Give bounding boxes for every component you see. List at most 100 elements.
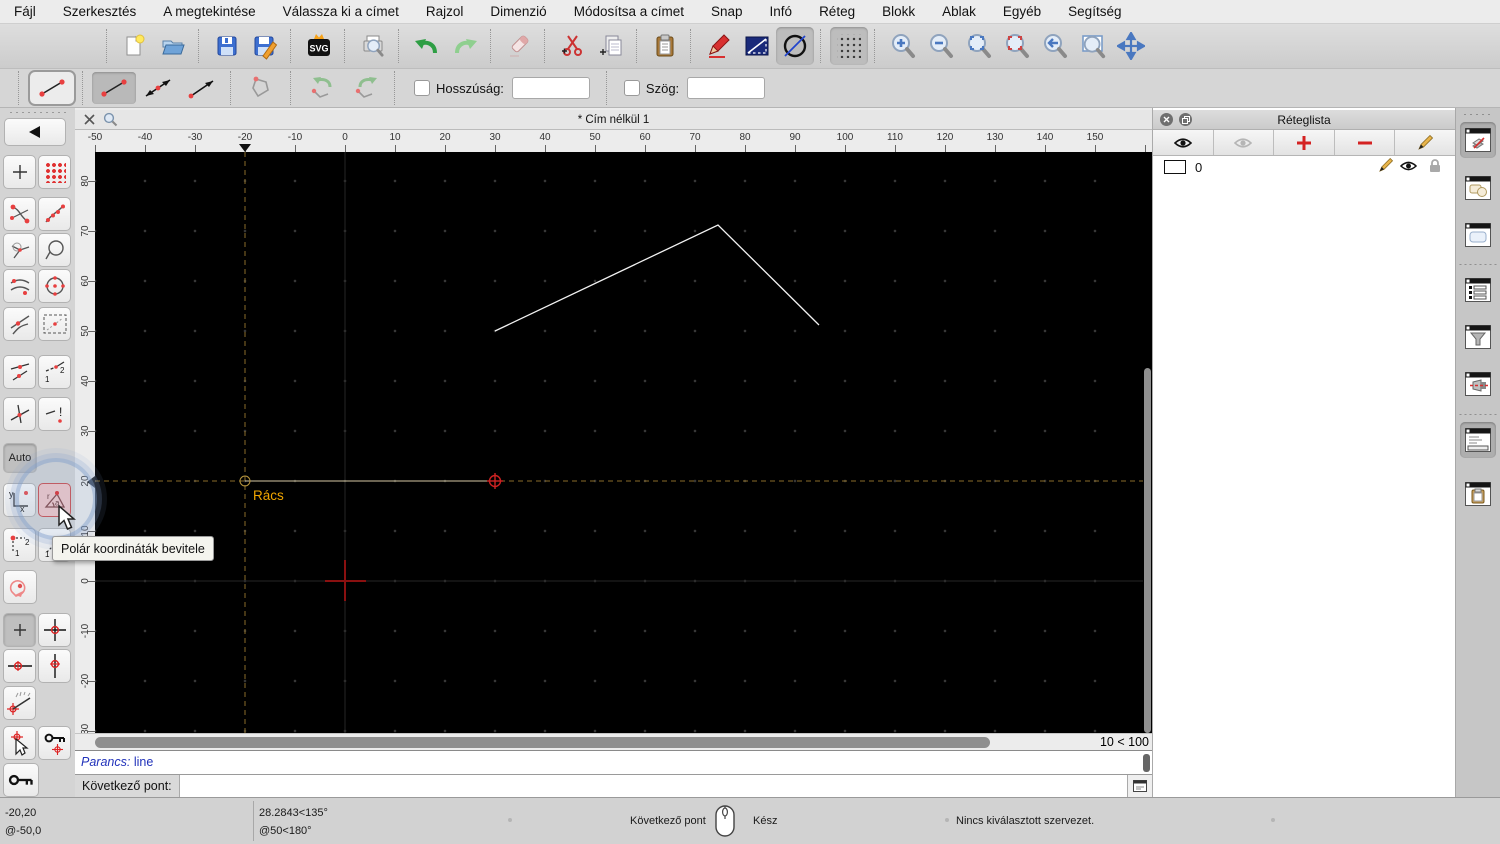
- svg-export-button[interactable]: SVG: [300, 27, 338, 65]
- undo-button[interactable]: [408, 27, 446, 65]
- angle-input[interactable]: [687, 77, 766, 99]
- restrict-orthogonal-button[interactable]: [3, 397, 36, 431]
- menu-item[interactable]: Réteg: [819, 4, 855, 19]
- snap-endpoint-button[interactable]: [3, 197, 36, 231]
- menu-item[interactable]: Egyéb: [1003, 4, 1041, 19]
- hide-all-layers-button[interactable]: [1213, 130, 1275, 155]
- snap-nothing-button[interactable]: [3, 613, 36, 647]
- print-preview-button[interactable]: [354, 27, 392, 65]
- restrict-nothing-button[interactable]: !: [38, 397, 71, 431]
- zoom-window-button[interactable]: [1074, 27, 1112, 65]
- snap-angle-protractor-button[interactable]: [3, 686, 36, 720]
- snap-angle-12-button[interactable]: 12: [38, 355, 71, 389]
- menu-item[interactable]: A megtekintése: [163, 4, 255, 19]
- angle-checkbox[interactable]: [623, 80, 640, 96]
- line-one-arrow-tool[interactable]: [180, 72, 224, 104]
- draw-pen-button[interactable]: [700, 27, 738, 65]
- horizontal-scrollbar[interactable]: 10 < 100: [75, 733, 1152, 750]
- edit-layer-button[interactable]: [1395, 130, 1455, 155]
- zoom-previous-button[interactable]: [998, 27, 1036, 65]
- snap-angle-button[interactable]: [3, 355, 36, 389]
- vertical-scrollbar[interactable]: [1143, 152, 1152, 733]
- dock-pen-palette-button[interactable]: [1460, 366, 1496, 402]
- dock-entity-filter-button[interactable]: [1460, 319, 1496, 355]
- current-tool-line[interactable]: [28, 70, 76, 106]
- dock-entity-list-button[interactable]: [1460, 272, 1496, 308]
- open-file-button[interactable]: [154, 27, 192, 65]
- copy-button[interactable]: [592, 27, 630, 65]
- restrict-vertical-button[interactable]: [38, 649, 71, 683]
- set-relative-zero-button[interactable]: [3, 726, 36, 760]
- lock-button[interactable]: [3, 763, 39, 797]
- redo-segment-tool[interactable]: [344, 72, 388, 104]
- remove-layer-button[interactable]: [1334, 130, 1396, 155]
- layer-visibility-checkbox[interactable]: [1164, 160, 1186, 174]
- menu-item[interactable]: Fájl: [14, 4, 36, 19]
- menu-item[interactable]: Blokk: [882, 4, 915, 19]
- relative-point-1-button[interactable]: 12: [3, 528, 36, 562]
- ortho-angle-button[interactable]: [738, 27, 776, 65]
- redo-button[interactable]: [446, 27, 484, 65]
- menu-item[interactable]: Szerkesztés: [63, 4, 137, 19]
- cut-button[interactable]: [554, 27, 592, 65]
- polyline-tool[interactable]: [240, 72, 284, 104]
- cartesian-coords-button[interactable]: yx: [3, 483, 36, 517]
- drawn-polyline[interactable]: [494, 224, 820, 332]
- snap-on-entity-button[interactable]: [38, 197, 71, 231]
- select-loop-button[interactable]: [3, 570, 37, 604]
- command-keyboard-button[interactable]: [1127, 775, 1152, 797]
- show-all-layers-button[interactable]: [1153, 130, 1214, 155]
- snap-free-button[interactable]: [3, 155, 36, 189]
- snap-tangent-button[interactable]: [3, 307, 36, 341]
- zoom-out-button[interactable]: [922, 27, 960, 65]
- dock-library-browser-button[interactable]: [1460, 217, 1496, 253]
- grid-toggle-button[interactable]: [830, 27, 868, 65]
- layer-lock-icon[interactable]: [1429, 159, 1441, 176]
- draft-mode-button[interactable]: [776, 27, 814, 65]
- menu-item[interactable]: Infó: [770, 4, 793, 19]
- dock-clipboard-button[interactable]: [1460, 476, 1496, 512]
- menu-item[interactable]: Dimenzió: [490, 4, 546, 19]
- snap-intersection-button[interactable]: [38, 269, 71, 303]
- snap-grid-button[interactable]: [38, 155, 71, 189]
- layer-eye-icon[interactable]: [1400, 160, 1417, 175]
- menu-item[interactable]: Snap: [711, 4, 743, 19]
- snap-auto-button[interactable]: Auto: [3, 443, 37, 473]
- line-two-arrows-tool[interactable]: [136, 72, 180, 104]
- menu-item[interactable]: Ablak: [942, 4, 976, 19]
- save-as-button[interactable]: [246, 27, 284, 65]
- cad-canvas[interactable]: Rács: [95, 152, 1143, 733]
- length-input[interactable]: [511, 77, 590, 99]
- paste-button[interactable]: [646, 27, 684, 65]
- save-button[interactable]: [208, 27, 246, 65]
- layer-row[interactable]: 0: [1153, 156, 1455, 178]
- layer-edit-icon[interactable]: [1378, 158, 1393, 176]
- zoom-auto-button[interactable]: [960, 27, 998, 65]
- command-history-scrollbar[interactable]: [1143, 754, 1150, 772]
- menu-item[interactable]: Módosítsa a címet: [574, 4, 684, 19]
- lock-relative-zero-button[interactable]: [38, 726, 71, 760]
- menu-item[interactable]: Válassza ki a címet: [283, 4, 399, 19]
- restrict-horizontal-button[interactable]: [3, 649, 36, 683]
- add-layer-button[interactable]: [1274, 130, 1335, 155]
- back-button[interactable]: [4, 118, 66, 146]
- new-file-button[interactable]: [116, 27, 154, 65]
- delete-entity-button[interactable]: [500, 27, 538, 65]
- dock-layer-list-button[interactable]: [1460, 122, 1496, 158]
- restrict-range-button[interactable]: [38, 307, 71, 341]
- zoom-pan-button[interactable]: [1112, 27, 1150, 65]
- length-checkbox[interactable]: [414, 80, 430, 96]
- zoom-back-button[interactable]: [1036, 27, 1074, 65]
- restrict-crosshair-button[interactable]: [38, 613, 71, 647]
- zoom-in-button[interactable]: [884, 27, 922, 65]
- menu-item[interactable]: Rajzol: [426, 4, 464, 19]
- command-input[interactable]: [179, 775, 1127, 797]
- snap-center-button[interactable]: [3, 233, 36, 267]
- snap-distance-button[interactable]: [3, 269, 36, 303]
- menu-item[interactable]: Segítség: [1068, 4, 1121, 19]
- dock-block-list-button[interactable]: [1460, 170, 1496, 206]
- snap-middle-button[interactable]: [38, 233, 71, 267]
- dock-command-widget-button[interactable]: [1460, 422, 1496, 458]
- undo-segment-tool[interactable]: [300, 72, 344, 104]
- horizontal-scrollbar-thumb[interactable]: [95, 737, 990, 748]
